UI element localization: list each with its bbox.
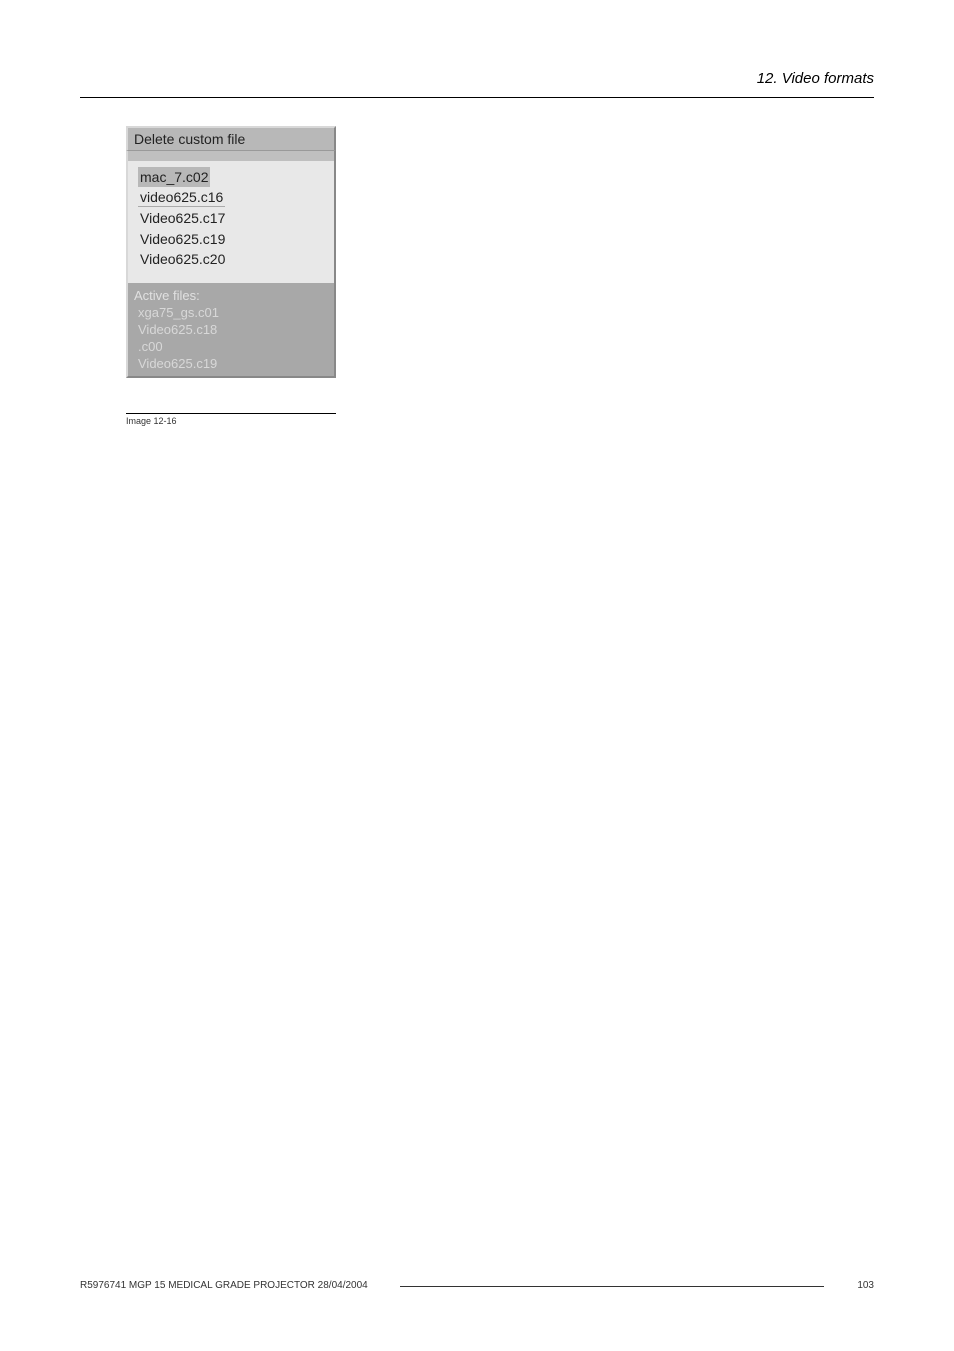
dialog-title: Delete custom file: [126, 126, 336, 151]
active-file-item: Video625.c19: [134, 356, 328, 373]
dialog-spacer: [126, 151, 336, 161]
active-file-item: Video625.c18: [134, 322, 328, 339]
file-item[interactable]: Video625.c17: [138, 208, 324, 228]
active-files-list: xga75_gs.c01 Video625.c18 .c00 Video625.…: [134, 305, 328, 373]
image-caption: Image 12-16: [126, 416, 177, 426]
file-item[interactable]: video625.c16: [138, 187, 225, 207]
active-file-item: xga75_gs.c01: [134, 305, 328, 322]
dialog-body: mac_7.c02 video625.c16 Video625.c17 Vide…: [126, 161, 336, 283]
file-item-selected[interactable]: mac_7.c02: [138, 167, 210, 187]
dialog-active-section: Active files: xga75_gs.c01 Video625.c18 …: [126, 283, 336, 378]
page-number: 103: [857, 1280, 874, 1291]
active-file-item: .c00: [134, 339, 328, 356]
caption-divider: [126, 413, 336, 414]
delete-custom-file-dialog: Delete custom file mac_7.c02 video625.c1…: [126, 126, 336, 378]
page-header: 12. Video formats: [757, 70, 874, 87]
file-list: mac_7.c02 video625.c16 Video625.c17 Vide…: [138, 167, 324, 269]
active-files-label: Active files:: [134, 288, 328, 303]
file-item[interactable]: Video625.c19: [138, 229, 324, 249]
file-item[interactable]: Video625.c20: [138, 249, 324, 269]
header-divider: [80, 97, 874, 98]
footer-document-info: R5976741 MGP 15 MEDICAL GRADE PROJECTOR …: [80, 1280, 368, 1291]
footer-divider: [400, 1286, 824, 1287]
